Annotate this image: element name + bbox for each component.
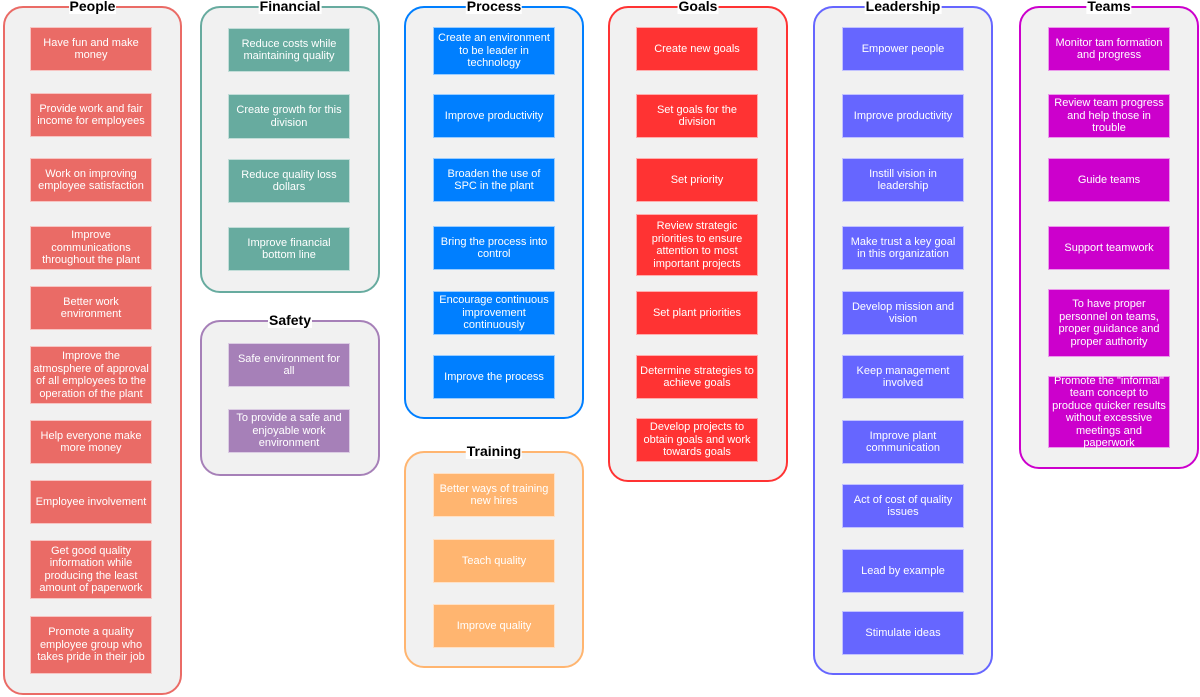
card-goals-2[interactable]: Set goals for the division: [636, 94, 758, 138]
card-teams-1[interactable]: Monitor tam formation and progress: [1048, 27, 1170, 71]
card-people-4[interactable]: Improve communications throughout the pl…: [30, 226, 152, 270]
card-training-2[interactable]: Teach quality: [433, 539, 555, 583]
card-leadership-2[interactable]: Improve productivity: [842, 94, 964, 138]
card-leadership-3[interactable]: Instill vision in leadership: [842, 158, 964, 202]
card-safety-2[interactable]: To provide a safe and enjoyable work env…: [228, 409, 350, 453]
card-training-1[interactable]: Better ways of training new hires: [433, 473, 555, 517]
card-process-5[interactable]: Encourage continuous improvement continu…: [433, 291, 555, 335]
group-title-leadership: Leadership: [864, 0, 942, 14]
card-process-1[interactable]: Create an environment to be leader in te…: [433, 27, 555, 75]
card-people-3[interactable]: Work on improving employee satisfaction: [30, 158, 152, 202]
card-teams-4[interactable]: Support teamwork: [1048, 226, 1170, 270]
card-goals-4[interactable]: Review strategic priorities to ensure at…: [636, 214, 758, 276]
card-financial-4[interactable]: Improve financial bottom line: [228, 227, 350, 271]
card-people-9[interactable]: Get good quality information while produ…: [30, 540, 152, 599]
card-people-7[interactable]: Help everyone make more money: [30, 420, 152, 464]
card-teams-5[interactable]: To have proper personnel on teams, prope…: [1048, 289, 1170, 357]
card-people-8[interactable]: Employee involvement: [30, 480, 152, 524]
group-title-process: Process: [465, 0, 523, 14]
card-financial-2[interactable]: Create growth for this division: [228, 94, 350, 139]
group-title-goals: Goals: [677, 0, 719, 14]
card-safety-1[interactable]: Safe environment for all: [228, 343, 350, 387]
card-goals-6[interactable]: Determine strategies to achieve goals: [636, 355, 758, 399]
group-title-training: Training: [465, 443, 523, 459]
card-leadership-1[interactable]: Empower people: [842, 27, 964, 71]
card-leadership-5[interactable]: Develop mission and vision: [842, 291, 964, 335]
card-process-3[interactable]: Broaden the use of SPC in the plant: [433, 158, 555, 202]
card-leadership-4[interactable]: Make trust a key goal in this organizati…: [842, 226, 964, 270]
card-people-10[interactable]: Promote a quality employee group who tak…: [30, 616, 152, 674]
card-leadership-8[interactable]: Act of cost of quality issues: [842, 484, 964, 528]
card-goals-5[interactable]: Set plant priorities: [636, 291, 758, 335]
card-process-4[interactable]: Bring the process into control: [433, 226, 555, 270]
card-teams-6[interactable]: Promote the "informal" team concept to p…: [1048, 375, 1170, 449]
group-title-financial: Financial: [258, 0, 322, 14]
group-title-safety: Safety: [267, 312, 313, 328]
card-financial-3[interactable]: Reduce quality loss dollars: [228, 159, 350, 203]
card-teams-2[interactable]: Review team progress and help those in t…: [1048, 94, 1170, 138]
card-goals-1[interactable]: Create new goals: [636, 27, 758, 71]
group-title-teams: Teams: [1086, 0, 1132, 14]
card-people-2[interactable]: Provide work and fair income for employe…: [30, 93, 152, 137]
card-goals-7[interactable]: Develop projects to obtain goals and wor…: [636, 418, 758, 462]
card-people-6[interactable]: Improve the atmosphere of approval of al…: [30, 346, 152, 404]
card-leadership-9[interactable]: Lead by example: [842, 549, 964, 593]
card-people-5[interactable]: Better work environment: [30, 286, 152, 330]
card-financial-1[interactable]: Reduce costs while maintaining quality: [228, 28, 350, 72]
card-leadership-6[interactable]: Keep management involved: [842, 355, 964, 399]
card-leadership-10[interactable]: Stimulate ideas: [842, 611, 964, 655]
card-people-1[interactable]: Have fun and make money: [30, 27, 152, 71]
card-process-6[interactable]: Improve the process: [433, 355, 555, 399]
card-training-3[interactable]: Improve quality: [433, 604, 555, 648]
card-process-2[interactable]: Improve productivity: [433, 94, 555, 138]
card-goals-3[interactable]: Set priority: [636, 158, 758, 202]
card-leadership-7[interactable]: Improve plant communication: [842, 420, 964, 464]
card-teams-3[interactable]: Guide teams: [1048, 158, 1170, 202]
group-title-people: People: [68, 0, 117, 14]
